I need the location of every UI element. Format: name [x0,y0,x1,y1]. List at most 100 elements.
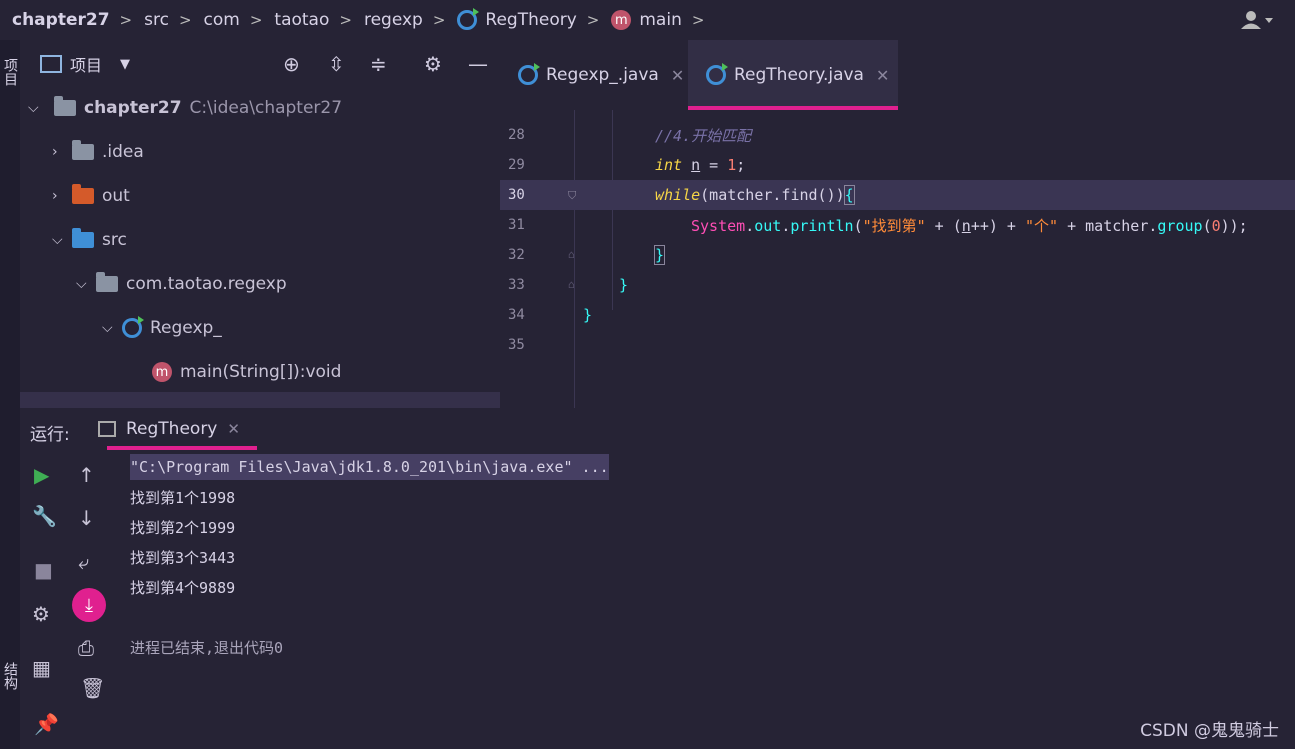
folder-icon [72,140,94,160]
class-icon [122,316,144,338]
tab-regtheory[interactable]: RegTheory.java ✕ [688,40,898,110]
scroll-to-end-icon[interactable]: ⤓ [72,588,106,622]
breadcrumb-item-chapter27[interactable]: chapter27 [12,10,110,30]
line-number: 34 [508,307,525,323]
close-icon[interactable]: ✕ [876,66,889,85]
arrow-up-icon[interactable]: ↑ [78,463,95,487]
gear-icon[interactable]: ⚙ [424,52,442,76]
code-text: )); [1220,216,1248,235]
tool-window-strip: 项目 结构 [0,40,20,749]
print-icon[interactable]: ⎙ [78,636,94,660]
chevron-right-icon[interactable]: › [52,144,72,160]
code-comment: //4.开始匹配 [655,126,752,145]
breadcrumb-item-taotao[interactable]: taotao [274,10,329,30]
tree-item-path: C:\idea\chapter27 [189,98,343,118]
active-tab-indicator [107,446,257,450]
project-view-selector[interactable]: 项目 [70,52,102,76]
collapse-all-icon[interactable]: ≑ [370,52,387,76]
run-panel-header: 运行: RegTheory ✕ [20,408,1295,453]
code-keyword: while [655,186,701,204]
arrow-down-icon[interactable]: ↓ [78,506,95,530]
breadcrumb-item-regtheory[interactable]: RegTheory [457,8,577,30]
code-line-31[interactable]: 31 System.out.println("找到第" + (n++) + "个… [500,210,1295,240]
class-icon [706,63,728,85]
structure-tool-button[interactable]: 结构 [0,662,20,690]
chevron-right-icon: > [339,11,352,29]
user-account-icon[interactable] [1241,10,1275,34]
chevron-down-icon[interactable]: ▼ [120,57,130,72]
pin-icon[interactable]: 📌 [34,712,59,736]
expand-all-icon[interactable]: ⇳ [328,52,345,76]
breadcrumb-item-main[interactable]: m main [611,10,682,30]
console-output-line: "C:\Program Files\Java\jdk1.8.0_201\bin\… [130,454,609,480]
code-keyword: int [655,156,683,174]
tree-item-idea[interactable]: › .idea [52,130,144,174]
console-icon [98,421,116,437]
code-text: + ( [925,216,962,235]
layout-icon[interactable]: ▦ [32,656,51,680]
tree-item-regexp-class[interactable]: ⌵ Regexp_ [102,306,222,350]
tab-run-regtheory[interactable]: RegTheory ✕ [98,408,240,450]
code-line-28[interactable]: 28 //4.开始匹配 [500,120,1295,150]
breadcrumb-item-regexp[interactable]: regexp [364,10,423,30]
fold-icon[interactable]: ⛉ [568,189,576,203]
code-line-35[interactable]: 35 [500,330,1295,360]
tree-item-out[interactable]: › out [52,174,130,218]
close-icon[interactable]: ✕ [227,420,240,438]
breadcrumb-item-src[interactable]: src [144,10,169,30]
tab-label: Regexp_.java [546,65,659,85]
rerun-icon[interactable]: ▶ [34,463,49,487]
debug-settings-icon[interactable]: ⚙ [32,602,50,626]
chevron-down-icon[interactable]: ⌵ [28,100,48,116]
code-line-33[interactable]: 33 ⌂ } [500,270,1295,300]
folder-icon [72,184,94,204]
chevron-right-icon[interactable]: › [52,188,72,204]
breadcrumb-item-com[interactable]: com [204,10,240,30]
minimize-icon[interactable]: — [468,52,488,76]
breadcrumb-item-label: main [639,10,682,30]
chevron-right-icon: > [249,11,263,29]
close-icon[interactable]: ✕ [671,66,684,85]
tree-item-label: com.taotao.regexp [126,274,287,294]
active-tab-indicator [688,106,898,110]
tab-regexp[interactable]: Regexp_.java ✕ [500,40,688,110]
watermark: CSDN @鬼鬼骑士 [1140,721,1279,741]
breadcrumb-item-label: RegTheory [485,10,577,30]
tree-item-selected[interactable] [20,392,500,408]
code-line-30-current[interactable]: 30 ⛉ while(matcher.find()){ [500,180,1295,210]
code-line-32[interactable]: 32 ⌂ } [500,240,1295,270]
console-output-line: 找到第2个1999 [130,518,236,537]
tab-label: RegTheory [126,419,218,439]
code-editor[interactable]: Regexp_.java ✕ RegTheory.java ✕ 28 //4.开… [500,40,1295,408]
tree-item-label: out [102,186,130,206]
tree-item-main-method[interactable]: m main(String[]):void [152,350,341,394]
tree-item-package[interactable]: ⌵ com.taotao.regexp [76,262,287,306]
tree-item-label: main(String[]):void [180,362,342,382]
locate-icon[interactable]: ⊕ [283,52,300,76]
tree-item-label: chapter27 [84,98,182,118]
line-number: 30 [508,187,525,203]
project-tool-button[interactable]: 项目 [0,58,20,86]
code-method: println [790,216,854,235]
trash-icon[interactable]: 🗑 [80,676,105,700]
soft-wrap-icon[interactable]: ⤶ [78,550,89,574]
chevron-down-icon[interactable]: ⌵ [102,320,122,336]
code-line-34[interactable]: 34 } [500,300,1295,330]
wrench-icon[interactable]: 🔧 [32,504,57,528]
tree-item-chapter27[interactable]: ⌵ chapter27 C:\idea\chapter27 [28,86,342,130]
code-line-29[interactable]: 29 int n = 1; [500,150,1295,180]
chevron-down-icon[interactable]: ⌵ [52,232,72,248]
tree-item-src[interactable]: ⌵ src [52,218,127,262]
source-folder-icon [72,228,94,248]
window-icon [40,55,62,73]
fold-icon[interactable]: ⌂ [568,278,575,291]
fold-icon[interactable]: ⌂ [568,248,575,261]
code-text: ( [1202,216,1212,235]
code-number: 0 [1211,216,1221,235]
run-panel-title: 运行: [30,425,70,445]
code-brace: { [843,185,855,205]
code-brace: } [583,306,593,324]
stop-icon[interactable]: ■ [34,558,53,582]
chevron-down-icon[interactable]: ⌵ [76,276,96,292]
console-output-line: 找到第1个1998 [130,488,236,507]
